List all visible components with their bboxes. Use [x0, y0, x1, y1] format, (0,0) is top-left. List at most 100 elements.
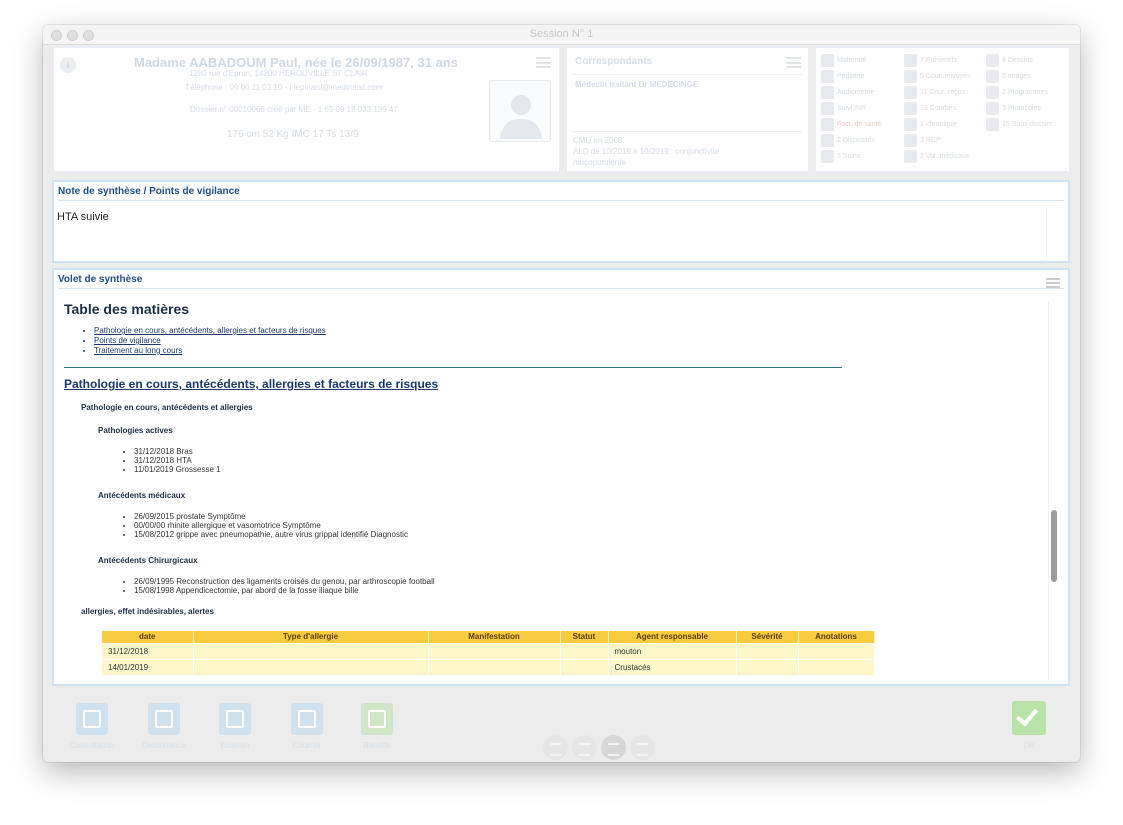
table-row[interactable]: 31/12/2018 mouton	[102, 642, 875, 659]
recette-label: Recette	[363, 741, 391, 750]
patient-menu-icon[interactable]	[536, 57, 551, 68]
consultation-button[interactable]: Consultation	[57, 703, 127, 750]
link-chronique[interactable]: 1 chronique	[904, 117, 957, 131]
examen-button[interactable]: Examen	[200, 703, 270, 750]
letter-icon	[291, 703, 323, 735]
link-soins[interactable]: 3 Soins	[821, 149, 860, 163]
courrier-button[interactable]: Courrier	[272, 703, 342, 750]
link-fact-sante[interactable]: Fact. de santé	[821, 117, 881, 131]
link-vol-medicaux[interactable]: 2 Vol. médicaux	[904, 149, 969, 163]
subsection-title: Pathologie en cours, antécédents et alle…	[81, 403, 253, 412]
cell-type	[193, 642, 429, 659]
correspondants-menu-icon[interactable]	[786, 57, 801, 68]
cell-date: 14/01/2019	[102, 658, 194, 675]
link-cour-envoyes[interactable]: 5 Cour. envoyés	[904, 69, 971, 83]
examen-label: Examen	[220, 741, 250, 750]
toc-link-traitement[interactable]: Traitement au long cours	[94, 346, 182, 355]
link-images[interactable]: 5 Images	[986, 69, 1031, 83]
mail-received-icon	[904, 85, 917, 99]
link-cour-recus[interactable]: 11 Cour. reçus	[904, 85, 965, 99]
prevention-icon	[904, 53, 917, 67]
ordonnance-button[interactable]: Ordonnance	[129, 703, 199, 750]
list-item: 26/09/1995 Reconstruction des ligaments …	[134, 577, 435, 586]
pathologies-list: 31/12/2018 Bras 31/12/2018 HTA 11/01/201…	[134, 447, 221, 474]
link-audiometrie[interactable]: Audiométrie	[821, 85, 874, 99]
toc-item: Points de vigilance	[94, 336, 326, 346]
window-title: Session N° 1	[529, 28, 594, 40]
link-sous-dossier[interactable]: 15 Sous-dossier	[986, 117, 1053, 131]
flask-icon	[219, 703, 251, 735]
cell-severite	[736, 642, 799, 659]
cell-anotations	[798, 642, 875, 659]
cell-anotations	[798, 658, 875, 675]
link-maternite[interactable]: Maternité	[821, 53, 866, 67]
cell-agent: Crustacés	[608, 658, 737, 675]
toc-title: Table des matières	[64, 301, 190, 317]
health-factor-icon	[821, 117, 834, 131]
app-window: Session N° 1 i Madame AABADOUM Paul, née…	[43, 25, 1080, 762]
cell-severite	[736, 658, 799, 675]
column-header: Sévérité	[736, 631, 799, 643]
ok-button[interactable]	[1012, 701, 1046, 735]
ok-label: OK	[1023, 741, 1035, 750]
volet-content: Table des matières Pathologie en cours, …	[54, 294, 1044, 684]
cell-type	[193, 658, 429, 675]
summary-view-icon[interactable]	[601, 735, 626, 760]
list-item: 11/01/2019 Grossesse 1	[134, 465, 221, 474]
toc-link-pathologie[interactable]: Pathologie en cours, antécédents, allerg…	[94, 326, 326, 335]
inr-icon	[821, 101, 834, 115]
ald-line-continued: mucopurulente	[573, 158, 626, 167]
info-icon[interactable]: i	[60, 57, 76, 73]
courrier-label: Courrier	[292, 741, 322, 750]
link-rcp[interactable]: 3 RCP	[904, 133, 941, 147]
link-dessins[interactable]: 4 Dessins	[986, 53, 1033, 67]
note-scrollbar[interactable]	[1046, 209, 1058, 257]
toc-item: Traitement au long cours	[94, 346, 326, 356]
quick-links-panel: Maternité 7 Préventifs 4 Dessins Pédiatr…	[815, 47, 1070, 172]
patient-address: 1280 rue d'Epron, 14200 HEROUVILLE ST CL…	[189, 69, 368, 78]
column-header: date	[102, 631, 194, 643]
volet-scrollbar[interactable]	[1048, 302, 1058, 680]
divider	[58, 288, 1064, 289]
ald-line: ALD de 10/2018 à 10/2019 : conjonctivite	[573, 147, 720, 156]
toc-list: Pathologie en cours, antécédents, allerg…	[94, 326, 326, 356]
link-courbes[interactable]: 15 Courbes	[904, 101, 956, 115]
link-pediatrie[interactable]: Pédiatrie	[821, 69, 865, 83]
link-protocoles[interactable]: 3 Protocoles	[986, 101, 1041, 115]
list-view-icon[interactable]	[572, 735, 597, 760]
medical-volume-icon	[904, 149, 917, 163]
grid-view-icon[interactable]	[543, 735, 568, 760]
table-row[interactable]: 14/01/2019 Crustacés	[102, 658, 875, 675]
list-item: 26/09/2015 prostate Symptôme	[134, 512, 408, 521]
person-icon	[500, 95, 542, 139]
surgical-history-title: Antécédents Chirurgicaux	[98, 556, 198, 565]
link-suivi-inr[interactable]: Suivi INR	[821, 101, 866, 115]
correspondants-panel: Correspondants Médecin traitant Dr MEDEC…	[566, 47, 809, 172]
patient-dossier: Dossier n° 00010066 créé par ME - 1 65 0…	[190, 105, 398, 114]
volet-menu-icon[interactable]	[1046, 278, 1060, 288]
title-bar: Session N° 1	[43, 25, 1080, 45]
column-header: Manifestation	[428, 631, 561, 643]
list-item: 31/12/2018 Bras	[134, 447, 221, 456]
link-preventifs[interactable]: 7 Préventifs	[904, 53, 957, 67]
toc-link-vigilance[interactable]: Points de vigilance	[94, 336, 161, 345]
curve-icon	[904, 101, 917, 115]
link-programmes[interactable]: 2 Programmes	[986, 85, 1048, 99]
audiometry-icon	[821, 85, 834, 99]
list-item: 31/12/2018 HTA	[134, 456, 221, 465]
allergy-table: date Type d'allergie Manifestation Statu…	[102, 631, 875, 675]
avatar[interactable]	[489, 80, 551, 142]
divider	[573, 131, 802, 132]
patient-metrics: 176 cm 52 Kg IMC 17 Ts 13/9	[227, 129, 359, 140]
program-icon	[986, 85, 999, 99]
patient-name: Madame AABADOUM Paul, née le 26/09/1987,…	[134, 55, 458, 70]
chronic-icon	[904, 117, 917, 131]
scrollbar-thumb[interactable]	[1051, 510, 1057, 582]
note-text[interactable]: HTA suivie	[57, 211, 109, 223]
treating-doctor[interactable]: Médecin traitant Dr MEDECINGE	[575, 80, 698, 89]
link-dispositifs[interactable]: 2 Dispositifs	[821, 133, 875, 147]
column-header: Anotations	[798, 631, 875, 643]
table-view-icon[interactable]	[630, 735, 655, 760]
recette-button[interactable]: Recette	[342, 703, 412, 750]
cell-date: 31/12/2018	[102, 642, 194, 659]
